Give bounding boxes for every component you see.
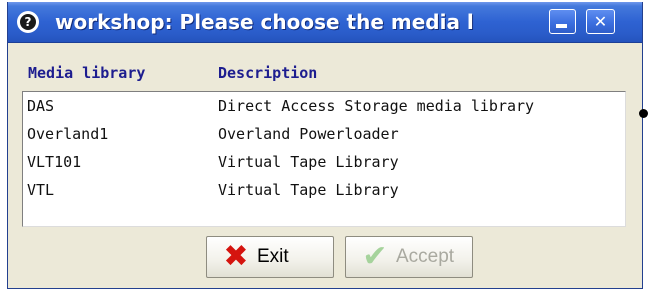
column-header-description[interactable]: Description (218, 64, 317, 82)
media-library-name: VTL (27, 181, 55, 199)
mouse-cursor-dot (639, 109, 648, 118)
media-library-name: DAS (27, 97, 55, 115)
window-title: workshop: Please choose the media l (55, 10, 474, 34)
media-library-name: VLT101 (27, 153, 82, 171)
media-library-name: Overland1 (27, 125, 109, 143)
media-library-description: Direct Access Storage media library (218, 97, 535, 115)
list-item[interactable]: VTL Virtual Tape Library (23, 176, 625, 204)
check-icon: ✔ (362, 239, 388, 274)
list-item[interactable]: DAS Direct Access Storage media library (23, 92, 625, 120)
question-mark-icon[interactable]: ? (17, 11, 39, 33)
accept-button-label: Accept (396, 246, 455, 267)
minimize-button[interactable] (549, 9, 576, 34)
media-library-description: Virtual Tape Library (218, 181, 399, 199)
media-library-description: Overland Powerloader (218, 125, 399, 143)
list-item[interactable]: Overland1 Overland Powerloader (23, 120, 625, 148)
list-item[interactable]: VLT101 Virtual Tape Library (23, 148, 625, 176)
media-library-description: Virtual Tape Library (218, 153, 399, 171)
exit-button[interactable]: ✖ Exit (206, 236, 334, 278)
dialog-window: ? workshop: Please choose the media l ✕ … (7, 2, 643, 289)
minimize-icon (556, 24, 567, 28)
accept-button: ✔ Accept (345, 236, 473, 278)
x-icon: ✖ (223, 239, 249, 274)
close-button[interactable]: ✕ (586, 9, 615, 34)
question-mark-glyph: ? (20, 14, 36, 30)
exit-button-label: Exit (257, 246, 289, 267)
close-icon: ✕ (593, 12, 608, 31)
title-bar[interactable]: ? workshop: Please choose the media l ✕ (8, 2, 642, 43)
media-library-list[interactable]: DAS Direct Access Storage media library … (22, 91, 626, 227)
column-header-media-library[interactable]: Media library (28, 64, 145, 82)
